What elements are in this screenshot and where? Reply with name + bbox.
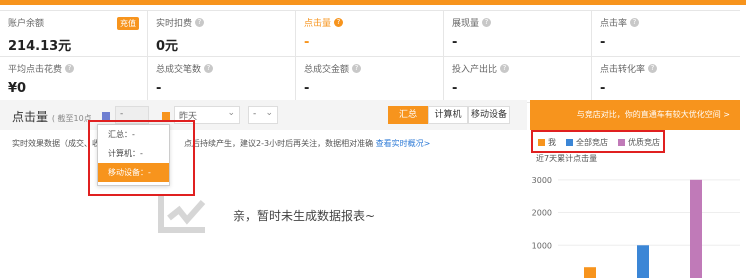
metric-balance: 账户余额 214.13元 充值 [0, 11, 148, 56]
tab-summary[interactable]: 汇总 [388, 106, 428, 124]
y-tick-label: 2000 [532, 209, 552, 218]
select-value: - [253, 109, 257, 119]
metric-realtime-cost[interactable]: 实时扣费? 0元 [148, 11, 296, 56]
help-icon[interactable]: ? [65, 64, 75, 73]
metric-label: 点击转化率 [600, 65, 646, 75]
legend-label: 全部竞店 [576, 138, 608, 147]
metric-label: 总成交笔数 [156, 65, 202, 75]
empty-state-text: 亲，暂时未生成数据报表~ [233, 209, 376, 223]
metrics-row-2: 平均点击花费? ¥0 总成交笔数? - 总成交金额? - 投入产出比? - 点击… [0, 57, 740, 103]
competitor-bar-chart: 1000 2000 3000 [532, 176, 740, 278]
competitor-panel: 与竞店对比，你的直通车有较大优化空间 > 我 全部竞店 优质竞店 近7天累计点击… [530, 100, 746, 278]
note-text-right: 点后持续产生，建议2-3小时后再关注，数据相对准确 [184, 139, 374, 148]
chart-title: 点击量 ( 截至10点 [12, 108, 92, 125]
y-tick-label: 1000 [532, 241, 552, 250]
tab-pc[interactable]: 计算机 [428, 106, 468, 124]
legend-label: 优质竞店 [628, 138, 660, 147]
legend-item: 全部竞店 [566, 137, 608, 148]
device-breakdown-popup: 汇总：- 计算机：- 移动设备：- [97, 124, 170, 186]
help-icon[interactable]: ? [648, 64, 658, 73]
chart-legend: 我 全部竞店 优质竞店 [538, 137, 660, 148]
metric-value: - [304, 81, 310, 96]
help-icon[interactable]: ? [352, 64, 362, 73]
data-note: 实时效果数据（成交、收 点后持续产生，建议2-3小时后再关注，数据相对准确 查看实… [12, 138, 430, 149]
chart-title-text: 点击量 [12, 110, 49, 124]
help-icon[interactable]: ? [204, 64, 214, 73]
metric-value: - [600, 35, 606, 50]
y-tick-label: 3000 [532, 176, 552, 185]
chevron-down-icon: ⌄ [227, 108, 235, 118]
chart-subtitle: ( 截至10点 [51, 114, 92, 123]
tab-mobile[interactable]: 移动设备 [468, 106, 510, 124]
legend-item: 优质竞店 [618, 137, 660, 148]
metric-orders[interactable]: 总成交笔数? - [148, 57, 296, 102]
realtime-overview-link[interactable]: 查看实时概况> [376, 139, 431, 148]
bar-优质竞店 [690, 179, 702, 278]
note-text-left: 实时效果数据（成交、收 [12, 139, 100, 148]
metric-value: - [452, 81, 458, 96]
date-select[interactable]: 昨天 ⌄ [174, 106, 240, 124]
metric-label: 实时扣费 [156, 19, 193, 29]
metric-impressions[interactable]: 展现量? - [444, 11, 592, 56]
metric-value: 214.13元 [8, 39, 72, 54]
metric-clicks[interactable]: 点击量? - [296, 11, 444, 56]
select-value: 昨天 [179, 112, 198, 122]
series-swatch-orange [162, 112, 170, 120]
metric-value: 0元 [156, 39, 179, 54]
select-value: - [120, 109, 124, 119]
popup-item-mobile[interactable]: 移动设备：- [98, 163, 169, 182]
metric-value: - [156, 81, 162, 96]
compare-select-1[interactable]: - [115, 106, 149, 124]
top-accent-bar [0, 0, 746, 5]
chevron-down-icon: ⌄ [265, 108, 273, 118]
chart-header: 点击量 ( 截至10点 - 昨天 ⌄ - ⌄ 汇总 计算机 移动设备 [0, 100, 527, 130]
help-icon[interactable]: ? [195, 18, 205, 27]
metric-label: 投入产出比 [452, 65, 498, 75]
metric-value: ¥0 [8, 81, 27, 96]
help-icon[interactable]: ? [334, 18, 344, 27]
metric-value: - [304, 35, 310, 50]
legend-item: 我 [538, 137, 556, 148]
metric-label: 总成交金额 [304, 65, 350, 75]
metric-cvr[interactable]: 点击转化率? - [592, 57, 740, 102]
bar-全部竞店 [637, 245, 649, 278]
metric-ctr[interactable]: 点击率? - [592, 11, 740, 56]
help-icon[interactable]: ? [482, 18, 492, 27]
metrics-row-1: 账户余额 214.13元 充值 实时扣费? 0元 点击量? - 展现量? - 点… [0, 11, 740, 57]
metric-gmv[interactable]: 总成交金额? - [296, 57, 444, 102]
metrics-grid: 账户余额 214.13元 充值 实时扣费? 0元 点击量? - 展现量? - 点… [0, 10, 740, 103]
help-icon[interactable]: ? [500, 64, 510, 73]
legend-label: 我 [548, 138, 556, 147]
series-swatch-blue [102, 112, 110, 120]
metric-label: 展现量 [452, 19, 480, 29]
metric-roi[interactable]: 投入产出比? - [444, 57, 592, 102]
legend-swatch [618, 139, 625, 146]
optimize-banner[interactable]: 与竞店对比，你的直通车有较大优化空间 > [530, 100, 740, 130]
recharge-button[interactable]: 充值 [117, 17, 139, 30]
popup-item-summary[interactable]: 汇总：- [98, 125, 169, 144]
metric-value: - [600, 81, 606, 96]
legend-swatch [566, 139, 573, 146]
empty-chart-icon [153, 190, 211, 238]
bar-我 [584, 267, 596, 278]
metric-avg-cpc[interactable]: 平均点击花费? ¥0 [0, 57, 148, 102]
compare-select-2[interactable]: - ⌄ [248, 106, 278, 124]
help-icon[interactable]: ? [630, 18, 640, 27]
metric-value: - [452, 35, 458, 50]
popup-item-pc[interactable]: 计算机：- [98, 144, 169, 163]
metric-label: 点击量 [304, 19, 332, 29]
metric-label: 账户余额 [8, 19, 45, 29]
legend-swatch [538, 139, 545, 146]
metric-label: 平均点击花费 [8, 65, 63, 75]
metric-label: 点击率 [600, 19, 628, 29]
